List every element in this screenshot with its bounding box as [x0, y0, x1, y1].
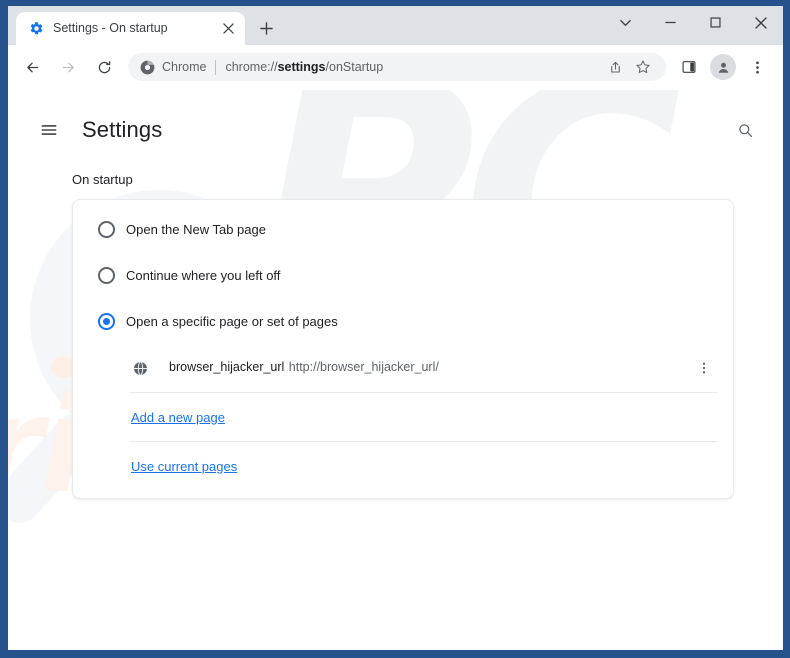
tab-strip: Settings - On startup	[8, 6, 783, 45]
window-controls	[603, 6, 783, 39]
section-heading-on-startup: On startup	[72, 172, 133, 187]
omnibox-trailing-icons	[600, 54, 656, 80]
forward-button[interactable]	[53, 52, 83, 82]
startup-option-continue[interactable]: Continue where you left off	[73, 252, 733, 298]
radio-button-unselected[interactable]	[98, 220, 115, 238]
radio-button-selected[interactable]	[98, 312, 115, 330]
back-button[interactable]	[17, 52, 47, 82]
browser-menu-icon[interactable]	[742, 52, 772, 82]
add-new-page-row[interactable]: Add a new page	[73, 393, 733, 441]
address-bar[interactable]: Chrome chrome://settings/onStartup	[128, 53, 666, 81]
chevron-down-icon[interactable]	[603, 6, 648, 39]
share-icon[interactable]	[602, 54, 628, 80]
settings-content: On startup Open the New Tab page Continu…	[8, 172, 783, 499]
startup-option-label: Continue where you left off	[126, 267, 281, 283]
search-icon[interactable]	[729, 114, 761, 146]
startup-page-text: browser_hijacker_url http://browser_hija…	[169, 358, 691, 377]
chrome-logo-icon	[139, 59, 155, 75]
startup-option-label: Open a specific page or set of pages	[126, 313, 338, 329]
tab-close-icon[interactable]	[219, 20, 237, 38]
settings-header: Settings	[8, 102, 783, 158]
new-tab-button[interactable]	[252, 14, 280, 42]
gear-icon	[28, 21, 44, 37]
star-icon[interactable]	[630, 54, 656, 80]
side-panel-icon[interactable]	[674, 52, 704, 82]
omnibox-security-label: Chrome	[162, 60, 207, 74]
startup-page-title: browser_hijacker_url	[169, 360, 285, 375]
omnibox-url-text: chrome://settings/onStartup	[225, 60, 384, 74]
browser-window-frame: Settings - On startup Chrome chrome://se…	[0, 0, 790, 658]
minimize-icon[interactable]	[648, 6, 693, 39]
browser-toolbar: Chrome chrome://settings/onStartup	[8, 45, 783, 90]
maximize-icon[interactable]	[693, 6, 738, 39]
startup-page-list-item: browser_hijacker_url http://browser_hija…	[73, 344, 733, 392]
chrome-window: Settings - On startup Chrome chrome://se…	[8, 6, 783, 650]
globe-icon	[131, 359, 149, 377]
profile-avatar[interactable]	[710, 54, 736, 80]
use-current-pages-row[interactable]: Use current pages	[73, 442, 733, 490]
use-current-pages-link[interactable]: Use current pages	[131, 459, 237, 474]
tab-title: Settings - On startup	[53, 22, 168, 35]
startup-option-label: Open the New Tab page	[126, 221, 266, 237]
browser-tab-settings[interactable]: Settings - On startup	[16, 12, 245, 45]
omnibox-divider	[215, 59, 217, 75]
on-startup-card: Open the New Tab page Continue where you…	[72, 199, 734, 499]
startup-option-new-tab[interactable]: Open the New Tab page	[73, 206, 733, 252]
add-new-page-link[interactable]: Add a new page	[131, 410, 225, 425]
radio-button-unselected[interactable]	[98, 266, 115, 284]
settings-page: PC risk.com Settings On sta	[8, 90, 783, 650]
page-title: Settings	[82, 117, 163, 142]
startup-page-url: http://browser_hijacker_url/	[288, 360, 439, 375]
reload-button[interactable]	[89, 52, 119, 82]
startup-option-specific-pages[interactable]: Open a specific page or set of pages	[73, 298, 733, 344]
close-icon[interactable]	[738, 6, 783, 39]
hamburger-icon[interactable]	[34, 115, 64, 145]
startup-page-menu-icon[interactable]	[691, 355, 717, 381]
